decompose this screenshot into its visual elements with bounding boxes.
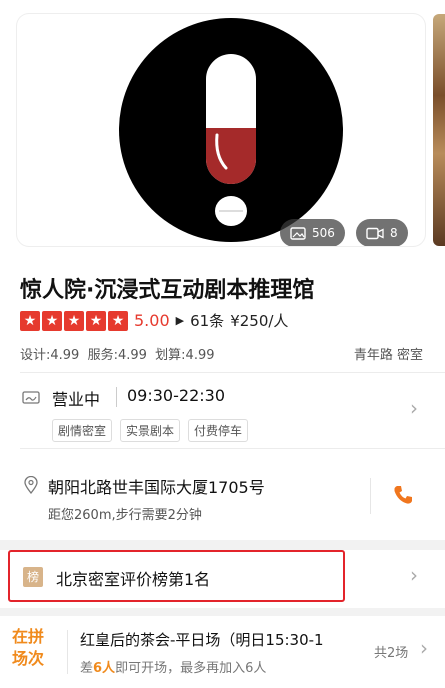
session-title: 红皇后的茶会-平日场（明日15:30-1 <box>80 631 324 649</box>
address-row[interactable]: 朝阳北路世丰国际大厦1705号 距您260m,步行需要2分钟 <box>0 448 445 540</box>
group-session-logo: 在拼 场次 <box>12 626 60 674</box>
address-text: 朝阳北路世丰国际大厦1705号 <box>48 478 265 497</box>
store-title: 惊人院·沉浸式互动剧本推理馆 <box>20 278 315 303</box>
divider <box>20 372 445 373</box>
rank-badge: 榜 <box>23 567 43 587</box>
caret-right-icon: ▶ <box>175 314 185 327</box>
hero-image[interactable]: 506 8 <box>17 14 425 246</box>
divider <box>20 448 445 449</box>
video-icon <box>366 227 384 239</box>
ranking-row[interactable]: 榜 北京密室评价榜第1名 › <box>0 550 445 608</box>
photo-count-badge[interactable]: 506 <box>280 219 345 246</box>
video-count-badge[interactable]: 8 <box>356 219 408 246</box>
image-icon <box>290 226 306 240</box>
next-image-peek[interactable] <box>433 14 445 246</box>
feature-tag: 付费停车 <box>188 419 249 442</box>
feature-tag: 剧情密室 <box>52 419 113 442</box>
chevron-right-icon: › <box>410 396 418 420</box>
people-needed: 6人 <box>93 661 116 676</box>
store-info: 惊人院·沉浸式互动剧本推理馆 ★ ★ ★ ★ ★ 5.00 ▶ 61条 ¥250… <box>0 262 445 372</box>
open-status: 营业中 <box>52 390 101 409</box>
gallery: 506 8 <box>0 0 445 262</box>
ranking-text: 北京密室评价榜第1名 <box>56 570 211 589</box>
star-icon: ★ <box>64 310 84 331</box>
divider <box>370 478 371 514</box>
rating-score: 5.00 <box>134 311 170 330</box>
logo-line: 在拼 <box>12 627 45 646</box>
photo-count: 506 <box>312 226 335 240</box>
phone-icon[interactable] <box>392 484 414 506</box>
logo-line: 场次 <box>12 649 45 668</box>
opening-time: 09:30-22:30 <box>127 386 225 405</box>
avg-price: ¥250/人 <box>230 312 289 330</box>
star-icon: ★ <box>42 310 62 331</box>
feature-tag: 实景剧本 <box>120 419 181 442</box>
divider <box>116 387 117 407</box>
pill-exclamation-icon <box>206 54 256 226</box>
chevron-right-icon: › <box>410 563 418 587</box>
rating-row[interactable]: ★ ★ ★ ★ ★ 5.00 ▶ 61条 ¥250/人 <box>20 310 288 331</box>
feature-tags: 剧情密室 实景剧本 付费停车 <box>52 419 249 442</box>
session-count: 共2场 <box>374 646 409 661</box>
group-session-row[interactable]: 在拼 场次 红皇后的茶会-平日场（明日15:30-1 差6人即可开场，最多再加入… <box>0 616 445 688</box>
chevron-right-icon: › <box>420 636 428 660</box>
area-category[interactable]: 青年路 密室 <box>354 344 423 363</box>
star-icon: ★ <box>108 310 128 331</box>
star-icon: ★ <box>20 310 40 331</box>
star-icon: ★ <box>86 310 106 331</box>
status-suffix: 即可开场，最多再加入6人 <box>115 661 267 676</box>
star-rating: ★ ★ ★ ★ ★ <box>20 310 128 331</box>
video-count: 8 <box>390 226 398 240</box>
session-status: 差6人即可开场，最多再加入6人 <box>80 657 266 676</box>
store-logo <box>119 18 343 242</box>
status-prefix: 差 <box>80 661 94 676</box>
location-pin-icon <box>24 476 38 494</box>
hours-icon <box>22 391 40 404</box>
review-count: 61条 <box>190 312 225 330</box>
distance-text: 距您260m,步行需要2分钟 <box>48 508 202 523</box>
sub-scores: 设计:4.99 服务:4.99 划算:4.99 <box>20 348 215 363</box>
divider <box>67 630 68 674</box>
business-hours-row[interactable]: 营业中 09:30-22:30 剧情密室 实景剧本 付费停车 › <box>0 372 445 448</box>
